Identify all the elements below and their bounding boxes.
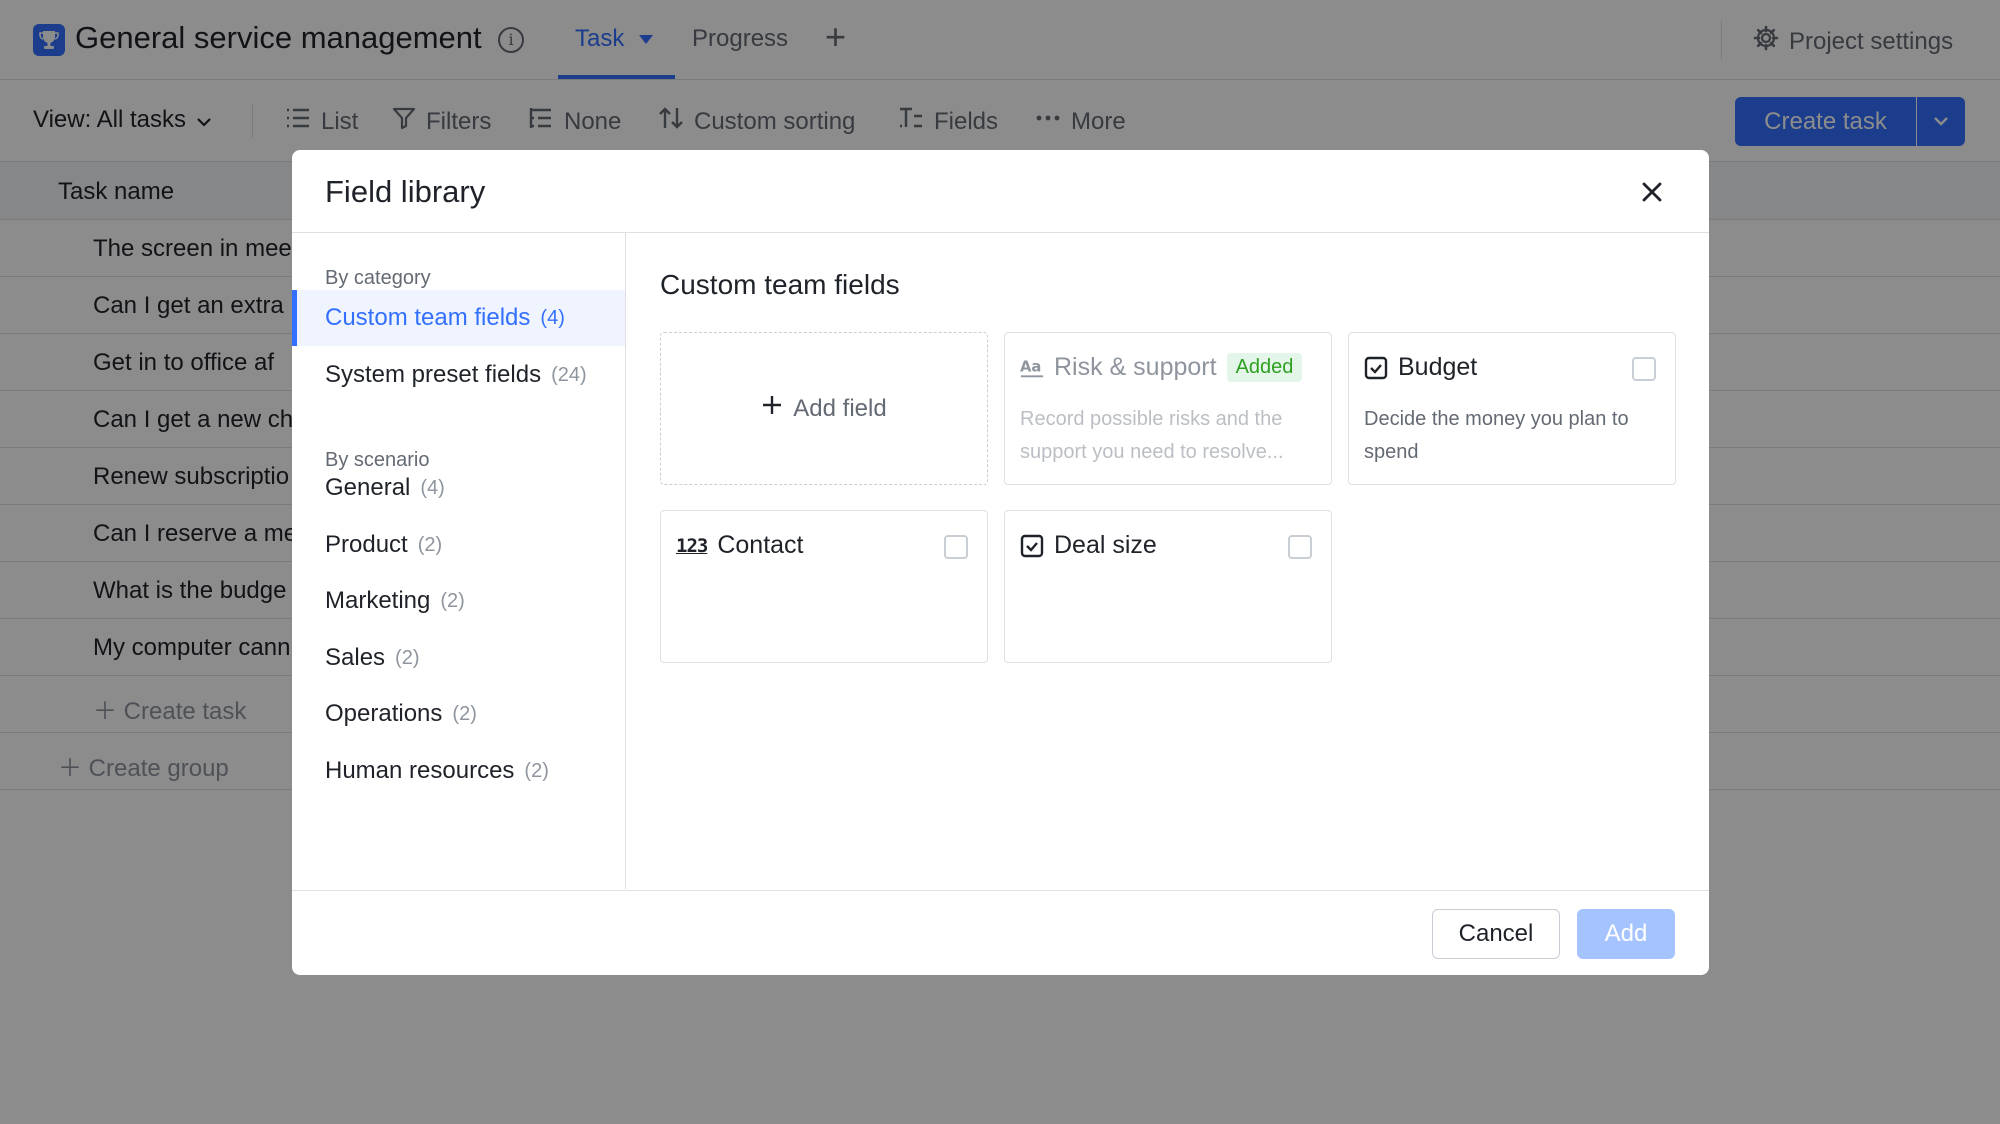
field-name: Risk & support — [1054, 353, 1217, 381]
sidebar-item-product[interactable]: Product (2) — [292, 517, 625, 573]
sidebar-item-operations[interactable]: Operations (2) — [292, 686, 625, 742]
section-title: Custom team fields — [660, 269, 900, 300]
sidebar-item-count: (2) — [452, 702, 477, 725]
sidebar-item-count: (2) — [440, 589, 465, 612]
add-field-label: Add field — [793, 394, 887, 422]
svg-text:Aa: Aa — [1020, 358, 1041, 375]
text-icon: Aa — [1020, 356, 1044, 380]
sidebar-item-label: Sales — [325, 644, 386, 671]
dialog-title: Field library — [325, 174, 486, 209]
sidebar-item-system-preset-fields[interactable]: System preset fields (24) — [292, 347, 625, 403]
sidebar-item-human-resources[interactable]: Human resources (2) — [292, 743, 625, 799]
field-card-deal-size[interactable]: Deal size — [1004, 510, 1332, 663]
sidebar-item-label: Operations — [325, 700, 443, 727]
select-checkbox[interactable] — [1288, 535, 1312, 559]
sidebar-item-custom-team-fields[interactable]: Custom team fields (4) — [292, 290, 625, 346]
sidebar-item-count: (4) — [420, 476, 445, 499]
field-card-budget[interactable]: Budget Decide the money you plan to spen… — [1348, 332, 1676, 485]
cancel-button[interactable]: Cancel — [1432, 909, 1560, 959]
add-field-button[interactable]: Add field — [660, 332, 988, 485]
sidebar-item-count: (2) — [395, 646, 420, 669]
dialog-header: Field library — [292, 150, 1709, 233]
field-description: Decide the money you plan to spend — [1364, 403, 1664, 469]
sidebar-item-label: Product — [325, 531, 408, 558]
field-description-line: Record possible risks and the — [1020, 408, 1283, 430]
sidebar-item-sales[interactable]: Sales (2) — [292, 630, 625, 686]
sidebar-item-label: System preset fields — [325, 361, 542, 388]
sidebar-item-label: General — [325, 474, 411, 501]
field-description-line: support you need to resolve... — [1020, 441, 1284, 463]
sidebar-item-count: (2) — [417, 533, 443, 556]
field-name: Deal size — [1054, 531, 1157, 559]
field-name: Budget — [1398, 353, 1478, 381]
checkbox-field-icon — [1020, 534, 1044, 558]
field-name: Contact — [717, 531, 804, 559]
select-checkbox[interactable] — [1632, 357, 1656, 381]
category-sidebar: By category Custom team fields (4) Syste… — [292, 233, 626, 889]
sidebar-item-marketing[interactable]: Marketing (2) — [292, 573, 625, 629]
sidebar-item-count: (24) — [551, 363, 587, 386]
checkbox-field-icon — [1364, 356, 1388, 380]
sidebar-item-general[interactable]: General (4) — [292, 460, 625, 516]
plus-icon — [761, 394, 783, 423]
field-library-dialog: Field library By category Custom team fi… — [292, 150, 1709, 975]
sidebar-item-count: (4) — [540, 306, 565, 329]
sidebar-item-count: (2) — [524, 759, 549, 782]
field-description-line: Decide the money you plan to — [1364, 408, 1629, 430]
field-card-contact[interactable]: 123 Contact — [660, 510, 988, 663]
close-icon[interactable] — [1637, 177, 1667, 207]
sidebar-item-label: Custom team fields — [325, 304, 531, 331]
field-description-line: spend — [1364, 441, 1419, 463]
select-checkbox[interactable] — [944, 535, 968, 559]
sidebar-item-label: Human resources — [325, 757, 515, 784]
field-card-risk-support: Aa Risk & support Added Record possible … — [1004, 332, 1332, 485]
add-button[interactable]: Add — [1577, 909, 1675, 959]
by-category-heading: By category — [325, 267, 431, 289]
number-icon: 123 — [676, 534, 708, 557]
dialog-footer: Cancel Add — [292, 890, 1709, 975]
added-badge: Added — [1226, 353, 1303, 382]
sidebar-item-label: Marketing — [325, 587, 431, 614]
field-description: Record possible risks and the support yo… — [1020, 403, 1320, 469]
